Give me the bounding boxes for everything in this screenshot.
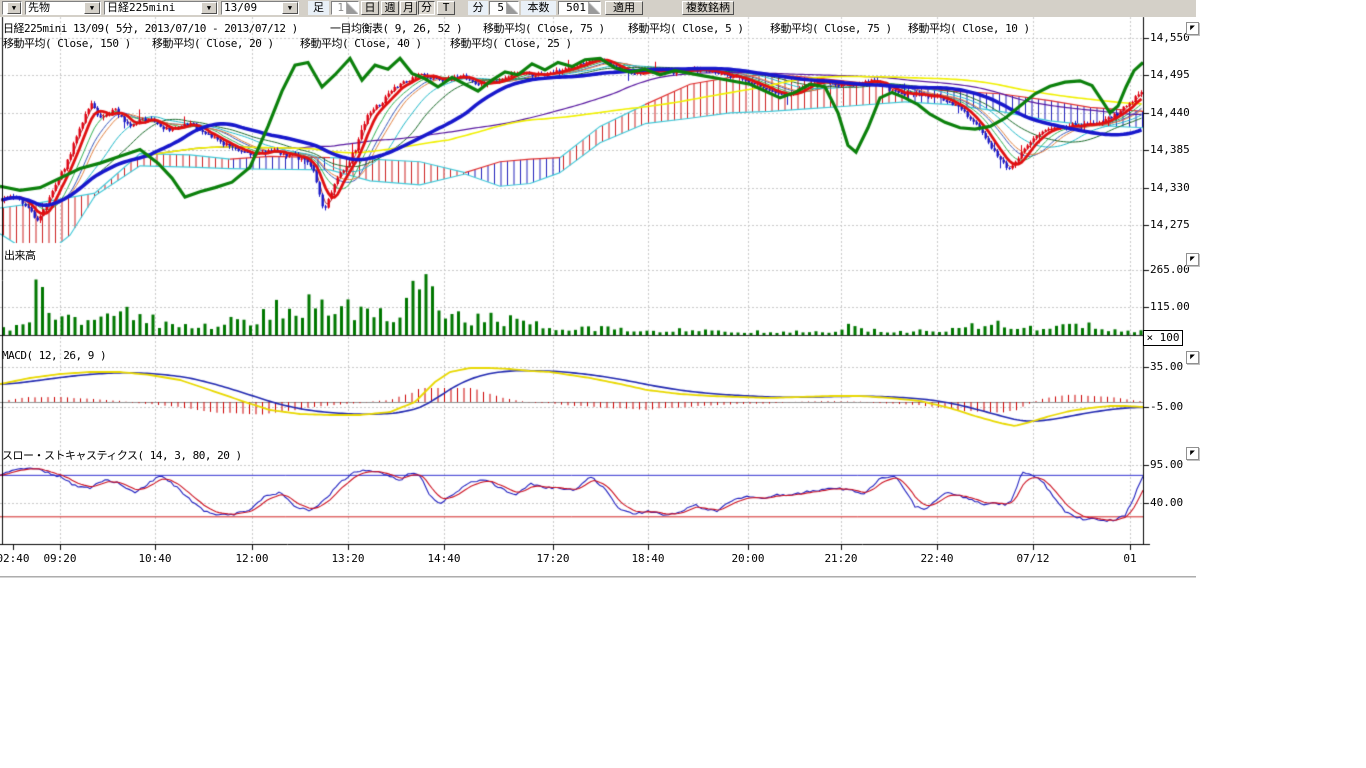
legend-item: 移動平均( Close, 10 ) [908, 20, 1030, 36]
time-axis-label: 01 [1108, 552, 1152, 565]
time-axis-label: 13:20 [326, 552, 370, 565]
stoch-panel-title: スロー・ストキャスティクス( 14, 3, 80, 20 ) [2, 447, 242, 463]
price-axis-label: 14,440 [1150, 106, 1196, 119]
minute-value-spinner[interactable]: 5 [489, 1, 519, 15]
chart-bottom-separator [0, 576, 1196, 578]
minute-unit-label: 分 [468, 1, 488, 15]
symbol-selector-value: 日経225mini [105, 2, 201, 14]
monthly-button[interactable]: 月 [400, 1, 417, 15]
time-axis-label: 07/12 [1011, 552, 1055, 565]
legend-item: 移動平均( Close, 150 ) [3, 35, 131, 51]
panel-collapse-button[interactable]: ◤ [1186, 22, 1199, 35]
time-axis-label: 10:40 [133, 552, 177, 565]
time-axis-label: 22:40 [915, 552, 959, 565]
daily-button[interactable]: 日 [361, 1, 379, 15]
panel-collapse-button[interactable]: ◤ [1186, 351, 1199, 364]
legend-item: 移動平均( Close, 75 ) [483, 20, 605, 36]
weekly-button[interactable]: 週 [381, 1, 399, 15]
toolbar: ▼先物▼日経225mini▼13/09▼足1日週月分T分5本数501適用複数銘柄 [0, 0, 1196, 17]
bar-type-label: 足 [308, 1, 329, 15]
legend-item: 一目均衡表( 9, 26, 52 ) [330, 20, 462, 36]
chevron-down-icon[interactable]: ▼ [84, 2, 100, 14]
time-axis-label: 09:20 [38, 552, 82, 565]
interval-spinner[interactable]: 1 [331, 1, 359, 15]
bar-count-spinner[interactable]: 501 [558, 1, 601, 15]
macd-axis-label: -5.00 [1150, 400, 1196, 413]
chart-plot-area[interactable] [0, 0, 1205, 578]
multi-symbol-button[interactable]: 複数銘柄 [682, 1, 734, 15]
legend-item: 移動平均( Close, 5 ) [628, 20, 743, 36]
price-axis-label: 14,330 [1150, 181, 1196, 194]
spinner-icon[interactable] [346, 2, 358, 14]
time-axis-label: 20:00 [726, 552, 770, 565]
tick-button[interactable]: T [437, 1, 455, 15]
contract-month-selector[interactable]: 13/09▼ [221, 1, 299, 15]
minute-value-spinner-value: 5 [490, 2, 506, 14]
bar-count-spinner-value: 501 [559, 2, 588, 14]
chevron-down-icon[interactable]: ▼ [282, 2, 298, 14]
panel-collapse-button[interactable]: ◤ [1186, 447, 1199, 460]
price-axis-label: 14,385 [1150, 143, 1196, 156]
interval-spinner-value: 1 [332, 2, 346, 14]
preset-selector[interactable]: ▼ [2, 1, 22, 15]
stoch-axis-label: 40.00 [1150, 496, 1196, 509]
time-axis-label: 12:00 [230, 552, 274, 565]
legend-item: 移動平均( Close, 25 ) [450, 35, 572, 51]
spinner-icon[interactable] [588, 2, 600, 14]
chevron-down-icon[interactable]: ▼ [201, 2, 217, 14]
apply-button[interactable]: 適用 [605, 1, 643, 15]
time-axis-label: 14:40 [422, 552, 466, 565]
contract-month-selector-value: 13/09 [222, 2, 282, 14]
symbol-selector[interactable]: 日経225mini▼ [104, 1, 218, 15]
volume-multiplier-label: × 100 [1143, 330, 1183, 346]
legend-item: 移動平均( Close, 75 ) [770, 20, 892, 36]
category-selector-value: 先物 [26, 2, 84, 14]
panel-collapse-button[interactable]: ◤ [1186, 253, 1199, 266]
volume-panel-title: 出来高 [4, 247, 36, 263]
category-selector[interactable]: 先物▼ [25, 1, 101, 15]
minute-button[interactable]: 分 [418, 1, 435, 15]
time-axis-label: 02:40 [0, 552, 35, 565]
volume-axis-label: 115.00 [1150, 300, 1196, 313]
price-axis-label: 14,495 [1150, 68, 1196, 81]
legend-item: 移動平均( Close, 40 ) [300, 35, 422, 51]
chevron-down-icon[interactable]: ▼ [7, 2, 21, 14]
time-axis-label: 17:20 [531, 552, 575, 565]
price-axis-label: 14,275 [1150, 218, 1196, 231]
legend-item: 日経225mini 13/09( 5分, 2013/07/10 - 2013/0… [3, 20, 298, 36]
macd-panel-title: MACD( 12, 26, 9 ) [2, 349, 106, 362]
time-axis-label: 18:40 [626, 552, 670, 565]
time-axis-label: 21:20 [819, 552, 863, 565]
bar-count-label: 本数 [521, 1, 556, 15]
legend-item: 移動平均( Close, 20 ) [152, 35, 274, 51]
spinner-icon[interactable] [506, 2, 518, 14]
